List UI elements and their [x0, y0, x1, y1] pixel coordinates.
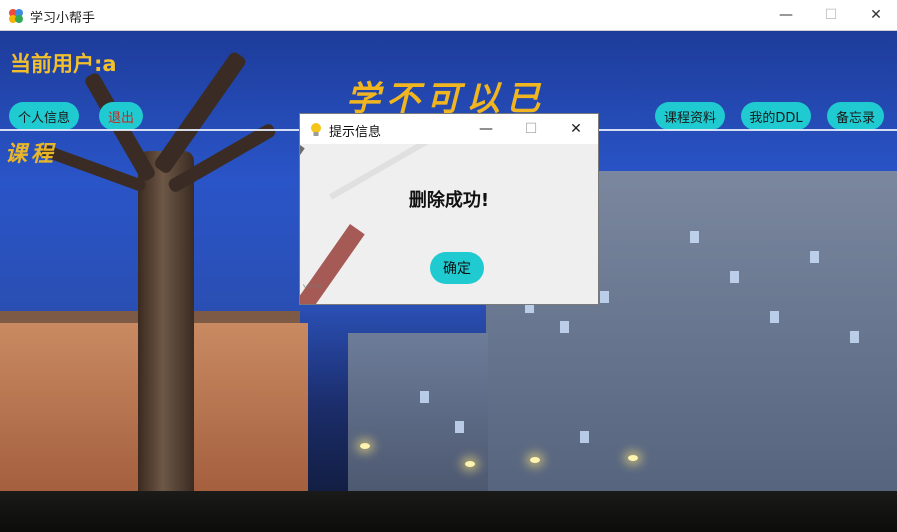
logout-button[interactable]: 退出 [99, 102, 143, 130]
lit-window [730, 271, 739, 283]
lit-window [600, 291, 609, 303]
lit-window [810, 251, 819, 263]
lit-window [770, 311, 779, 323]
decorative-wave: 〰〰 [303, 282, 322, 293]
lit-window [560, 321, 569, 333]
app-logo-icon [8, 8, 24, 24]
tree-trunk [138, 151, 194, 532]
dialog-minimize-button[interactable]: — [464, 114, 508, 144]
dialog-close-button[interactable]: ✕ [554, 114, 598, 144]
close-button[interactable]: ✕ [853, 0, 897, 30]
street-lamp [628, 455, 638, 461]
street-lamp [360, 443, 370, 449]
lit-window [690, 231, 699, 243]
minimize-button[interactable]: — [763, 0, 809, 30]
section-title: 课程 [5, 141, 58, 167]
dialog-maximize-button[interactable]: ☐ [509, 114, 553, 144]
street-lamp [465, 461, 475, 467]
dialog-message: 删除成功! [408, 190, 490, 211]
lit-window [455, 421, 464, 433]
dialog-title: 提示信息 [329, 125, 382, 140]
memo-button[interactable]: 备忘录 [827, 102, 884, 130]
window-title: 学习小帮手 [30, 11, 96, 26]
background-building-middle [348, 333, 488, 503]
my-ddl-button[interactable]: 我的DDL [741, 102, 811, 130]
ground [0, 491, 897, 532]
lit-window [850, 331, 859, 343]
lightbulb-icon [309, 122, 323, 138]
course-materials-button[interactable]: 课程资料 [655, 102, 725, 130]
maximize-button[interactable]: ☐ [808, 0, 854, 30]
info-dialog: 提示信息 — ☐ ✕ 〰〰 删除成功! 确定 [299, 113, 599, 305]
lit-window [420, 391, 429, 403]
current-user-label: 当前用户:a [10, 52, 117, 76]
profile-button[interactable]: 个人信息 [9, 102, 79, 130]
dialog-body: 〰〰 删除成功! 确定 [300, 144, 598, 304]
confirm-button[interactable]: 确定 [430, 252, 484, 284]
street-lamp [530, 457, 540, 463]
lit-window [580, 431, 589, 443]
window-titlebar: 学习小帮手 — ☐ ✕ [0, 0, 897, 31]
dialog-titlebar: 提示信息 — ☐ ✕ [300, 114, 598, 144]
